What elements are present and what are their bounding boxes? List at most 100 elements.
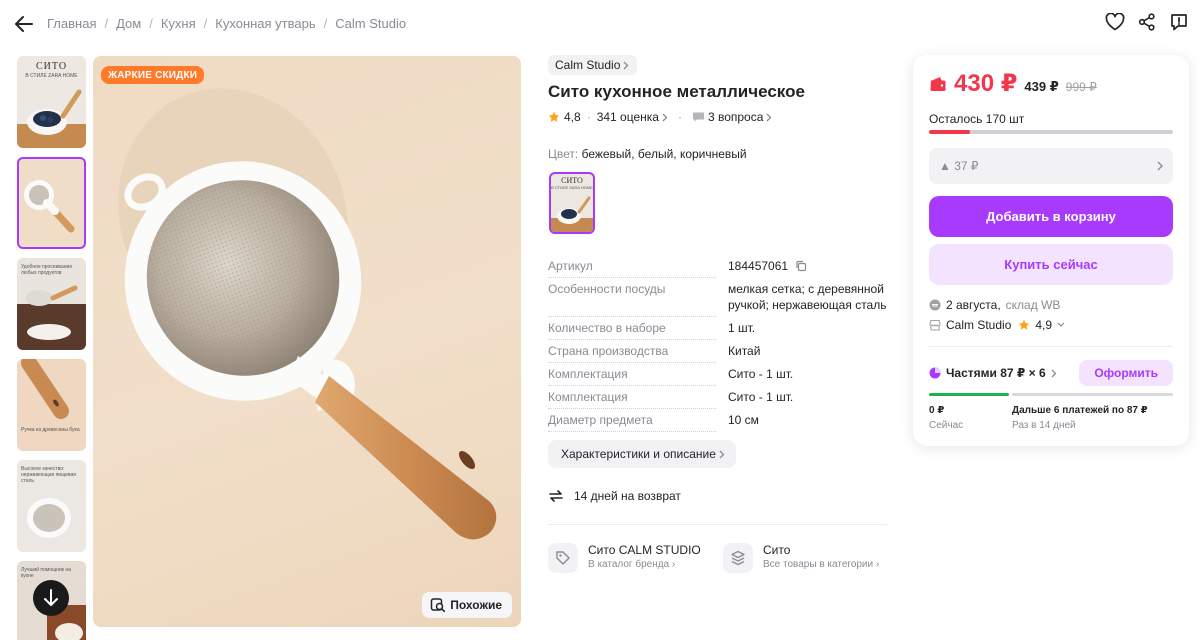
thumbnail-4[interactable]: Ручка из древесины бука bbox=[17, 359, 86, 451]
category-title: Сито bbox=[763, 543, 791, 557]
spec-key: Страна производства bbox=[548, 344, 673, 358]
swatch-image bbox=[551, 196, 593, 232]
report-icon[interactable] bbox=[1168, 10, 1190, 34]
chevron-right-icon bbox=[719, 450, 725, 458]
brand-catalog-title: Сито CALM STUDIO bbox=[588, 543, 701, 557]
chat-bubble-icon bbox=[692, 112, 704, 122]
installments-row: Частями 87 ₽ × 6 Оформить bbox=[929, 360, 1173, 386]
category-link[interactable]: Сито Все товары в категории › bbox=[723, 543, 879, 573]
thumbnail-5[interactable]: Высокое качество: нержавеющая пищевая ст… bbox=[17, 460, 86, 552]
heart-icon[interactable] bbox=[1104, 10, 1126, 34]
installment-progress bbox=[929, 393, 1173, 396]
delivery-date: 2 августа, bbox=[946, 298, 1001, 312]
breadcrumb-kitchen[interactable]: Кухня bbox=[161, 16, 196, 31]
questions-count: 3 вопроса bbox=[707, 110, 764, 124]
reviews-link[interactable]: 341 оценка bbox=[597, 110, 668, 124]
separator-dot: · bbox=[586, 110, 591, 124]
brand-chip[interactable]: Calm Studio bbox=[548, 55, 638, 75]
top-bar: Главная / Дом / Кухня / Кухонная утварь … bbox=[0, 0, 1200, 46]
spec-key: Диаметр предмета bbox=[548, 413, 657, 427]
stock-text: Осталось 170 шт bbox=[929, 112, 1025, 126]
chevron-right-icon bbox=[623, 61, 629, 69]
spec-row: Особенности посуды мелкая сетка; с дерев… bbox=[548, 281, 888, 320]
buy-now-button[interactable]: Купить сейчас bbox=[929, 244, 1173, 285]
old-price: 999 ₽ bbox=[1065, 80, 1097, 94]
breadcrumb-separator: / bbox=[104, 16, 109, 31]
plan-later-label: Раз в 14 дней bbox=[1012, 420, 1076, 431]
scroll-down-button[interactable] bbox=[33, 580, 69, 616]
plan-now: 0 ₽ Сейчас bbox=[929, 403, 963, 433]
main-product-image[interactable]: ЖАРКИЕ СКИДКИ Похожие bbox=[93, 56, 521, 627]
spec-row: Количество в наборе 1 шт. bbox=[548, 320, 888, 343]
thumbnail-image bbox=[17, 285, 86, 350]
thumbnail-caption: Ручка из древесины бука bbox=[21, 427, 80, 433]
similar-button-label: Похожие bbox=[450, 598, 502, 612]
color-swatch[interactable]: СИТО В СТИЛЕ ZARA HOME bbox=[549, 172, 595, 234]
thumbnail-strip: СИТО В СТИЛЕ ZARA HOME Удобное просеиван… bbox=[17, 56, 87, 640]
spec-row: Страна производства Китай bbox=[548, 343, 888, 366]
spec-key: Комплектация bbox=[548, 367, 632, 381]
thumbnail-caption: СИТО bbox=[35, 61, 68, 72]
thumbnail-2[interactable] bbox=[17, 157, 86, 249]
copy-icon[interactable] bbox=[795, 260, 807, 272]
brand-catalog-link[interactable]: Сито CALM STUDIO В каталог бренда › bbox=[548, 543, 701, 573]
plan-later-amount: Дальше 6 платежей по 87 ₽ bbox=[1012, 405, 1148, 416]
tag-icon bbox=[548, 543, 578, 573]
breadcrumb-house[interactable]: Дом bbox=[116, 16, 141, 31]
chevron-right-icon bbox=[662, 113, 668, 121]
questions-link[interactable]: 3 вопроса bbox=[692, 110, 772, 124]
breadcrumb-separator: / bbox=[203, 16, 208, 31]
plan-now-amount: 0 ₽ bbox=[929, 405, 945, 416]
thumbnail-image bbox=[17, 89, 86, 148]
spec-row: Комплектация Сито - 1 шт. bbox=[548, 366, 888, 389]
arrow-down-icon bbox=[44, 589, 58, 606]
breadcrumb-home[interactable]: Главная bbox=[47, 16, 96, 31]
breadcrumb-separator: / bbox=[323, 16, 328, 31]
star-icon bbox=[548, 111, 560, 122]
brand-name: Calm Studio bbox=[555, 58, 621, 72]
stock-fill bbox=[929, 130, 971, 134]
installments-link[interactable]: Частями 87 ₽ × 6 bbox=[929, 366, 1057, 380]
rating-row: 4,8 · 341 оценка · 3 вопроса bbox=[548, 110, 772, 124]
characteristics-label: Характеристики и описание bbox=[561, 447, 716, 461]
layers-icon bbox=[723, 543, 753, 573]
characteristics-button[interactable]: Характеристики и описание bbox=[548, 440, 736, 468]
spec-value: 10 см bbox=[728, 413, 759, 427]
spec-value: мелкая сетка; с деревянной ручкой; нержа… bbox=[728, 282, 887, 312]
add-to-cart-button[interactable]: Добавить в корзину bbox=[929, 196, 1173, 237]
similar-button[interactable]: Похожие bbox=[422, 592, 512, 618]
back-arrow-icon[interactable] bbox=[12, 12, 36, 36]
category-sub: Все товары в категории bbox=[763, 559, 874, 570]
star-icon bbox=[1019, 319, 1030, 330]
delivery-info: 2 августа, склад WB bbox=[929, 298, 1060, 312]
thumbnail-image bbox=[21, 359, 69, 419]
installments-text: Частями 87 ₽ × 6 bbox=[946, 366, 1046, 380]
seller-rating: 4,9 bbox=[1035, 318, 1053, 332]
pie-icon bbox=[929, 367, 941, 379]
spec-key: Комплектация bbox=[548, 390, 632, 404]
breadcrumb-separator: / bbox=[149, 16, 153, 31]
swatch-caption-sub: В СТИЛЕ ZARA HOME bbox=[551, 185, 593, 190]
thumbnail-image bbox=[27, 498, 71, 538]
share-icon[interactable] bbox=[1136, 10, 1158, 34]
search-similar-icon bbox=[430, 598, 446, 613]
coupon-row[interactable]: ▲ 37 ₽ bbox=[929, 148, 1173, 184]
plan-later: Дальше 6 платежей по 87 ₽ Раз в 14 дней bbox=[1012, 403, 1148, 433]
checkout-installments-button[interactable]: Оформить bbox=[1079, 360, 1173, 386]
thumbnail-3[interactable]: Удобное просеивание любых продуктов bbox=[17, 258, 86, 350]
return-arrows-icon bbox=[549, 490, 563, 502]
chevron-right-icon bbox=[766, 113, 772, 121]
swatch-caption: СИТО bbox=[561, 176, 583, 185]
thumbnail-1[interactable]: СИТО В СТИЛЕ ZARA HOME bbox=[17, 56, 86, 148]
sieve-illustration bbox=[118, 88, 497, 540]
hot-sale-badge: ЖАРКИЕ СКИДКИ bbox=[101, 66, 205, 84]
seller-info[interactable]: Calm Studio 4,9 bbox=[929, 318, 1065, 332]
stock-bar bbox=[929, 130, 1173, 134]
breadcrumb-brand[interactable]: Calm Studio bbox=[335, 16, 406, 31]
breadcrumb-kitchenware[interactable]: Кухонная утварь bbox=[215, 16, 315, 31]
spec-key: Артикул bbox=[548, 259, 597, 273]
plan-bar-later bbox=[1012, 393, 1173, 396]
price-wallet: 439 ₽ bbox=[1024, 79, 1059, 94]
color-label: Цвет: bbox=[548, 147, 579, 161]
spec-value: Сито - 1 шт. bbox=[728, 390, 794, 404]
